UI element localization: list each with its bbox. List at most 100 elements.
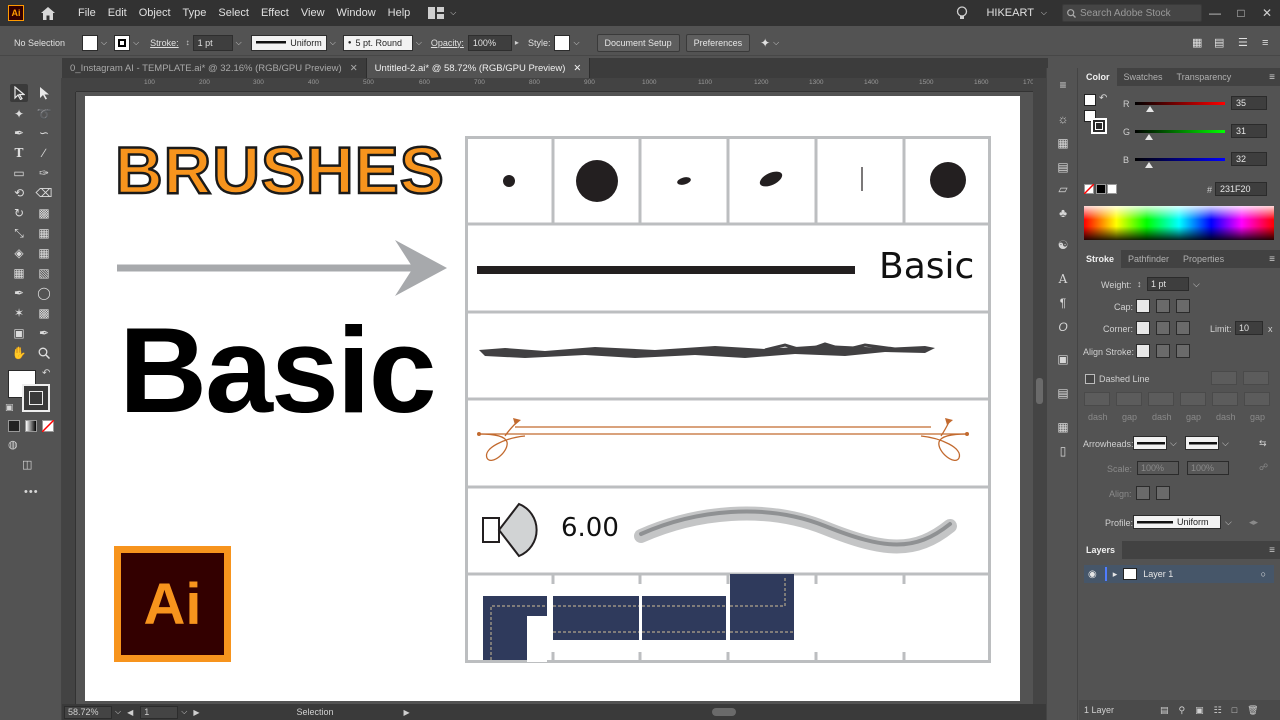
- artboard-chevron-icon[interactable]: ⌵: [181, 707, 187, 717]
- fill-swatch[interactable]: [82, 34, 98, 51]
- g-slider-knob[interactable]: [1145, 134, 1153, 140]
- r-slider-knob[interactable]: [1146, 106, 1154, 112]
- color-fill-icon[interactable]: [1084, 94, 1096, 106]
- b-slider[interactable]: [1135, 158, 1225, 161]
- mesh-tool-icon[interactable]: ▦: [10, 264, 28, 282]
- g-value-input[interactable]: 31: [1231, 124, 1267, 138]
- status-arrow-icon[interactable]: ▶: [404, 708, 410, 717]
- color-swap-icon[interactable]: ↶: [1099, 93, 1107, 104]
- arrange-documents-button[interactable]: ⌵: [428, 7, 459, 19]
- miter-join-icon[interactable]: [1136, 321, 1150, 335]
- gap-input-3[interactable]: [1244, 392, 1270, 406]
- opacity-arrow-icon[interactable]: ▸: [515, 38, 519, 47]
- black-swatch[interactable]: [1096, 184, 1106, 194]
- menu-edit[interactable]: Edit: [102, 7, 133, 19]
- draw-mode-icon[interactable]: ◍: [8, 438, 18, 451]
- user-chevron-icon[interactable]: ⌵: [1041, 8, 1047, 18]
- sun-icon[interactable]: ☼: [1054, 110, 1072, 128]
- end-scale-input[interactable]: 100%: [1187, 461, 1229, 475]
- tab-layers[interactable]: Layers: [1079, 541, 1123, 559]
- preferences-button[interactable]: Preferences: [685, 33, 751, 52]
- rectangle-tool-icon[interactable]: ▭: [10, 164, 28, 182]
- color-spectrum[interactable]: [1084, 206, 1274, 240]
- first-artboard-icon[interactable]: ◀: [127, 708, 133, 717]
- tab-pathfinder[interactable]: Pathfinder: [1121, 250, 1176, 268]
- tab-properties[interactable]: Properties: [1176, 250, 1231, 268]
- next-artboard-icon[interactable]: ▶: [193, 708, 199, 717]
- ruler-origin[interactable]: [62, 78, 76, 92]
- delete-layer-icon[interactable]: 🗑: [1247, 705, 1258, 716]
- swap-colors-icon[interactable]: ↶: [42, 368, 50, 379]
- tab-color[interactable]: Color: [1079, 68, 1117, 86]
- menu-object[interactable]: Object: [133, 7, 177, 19]
- lasso-tool-icon[interactable]: ➰: [35, 105, 53, 123]
- artboard[interactable]: BRUSHES Basic Ai Basic 6.00: [85, 96, 1020, 701]
- swap-arrowheads-icon[interactable]: ⇆: [1259, 438, 1267, 449]
- perspective-grid-tool-icon[interactable]: ▦: [35, 244, 53, 262]
- artboard-number-input[interactable]: 1: [140, 705, 179, 719]
- g-slider[interactable]: [1135, 130, 1225, 133]
- gradient-mode-icon[interactable]: [25, 420, 37, 432]
- export-icon[interactable]: ▤: [1160, 705, 1169, 716]
- menu-effect[interactable]: Effect: [255, 7, 295, 19]
- transform-chevron-icon[interactable]: ⌵: [773, 38, 779, 48]
- none-swatch[interactable]: [1084, 184, 1094, 194]
- zoom-tool-icon[interactable]: [35, 344, 53, 362]
- menu-file[interactable]: File: [72, 7, 102, 19]
- pen-tool-icon[interactable]: ✒: [10, 124, 28, 142]
- width-profile-select[interactable]: Uniform: [1133, 515, 1221, 529]
- brush-chevron-icon[interactable]: ⌵: [416, 38, 422, 48]
- color-panel-menu-icon[interactable]: ≡: [1269, 72, 1275, 83]
- gradient-panel-icon[interactable]: ▤: [1054, 158, 1072, 176]
- flip-along-icon[interactable]: ◂▸: [1249, 517, 1258, 528]
- round-cap-icon[interactable]: [1156, 299, 1170, 313]
- weight-input[interactable]: 1 pt: [1147, 277, 1189, 291]
- selection-tool-icon[interactable]: [10, 84, 28, 102]
- white-swatch[interactable]: [1107, 184, 1117, 194]
- end-arrowhead-chevron-icon[interactable]: ⌵: [1222, 438, 1229, 449]
- menu-window[interactable]: Window: [331, 7, 382, 19]
- slice-tool-icon[interactable]: ✒: [35, 324, 53, 342]
- start-scale-input[interactable]: 100%: [1137, 461, 1179, 475]
- align-inside-icon[interactable]: [1156, 344, 1170, 358]
- align-center-icon[interactable]: [1136, 344, 1150, 358]
- hex-value-input[interactable]: 231F20: [1215, 182, 1267, 196]
- maximize-icon[interactable]: □: [1228, 6, 1254, 20]
- stroke-panel-menu-icon[interactable]: ≡: [1269, 254, 1275, 265]
- direct-selection-tool-icon[interactable]: [35, 84, 53, 102]
- lightbulb-icon[interactable]: [956, 5, 968, 21]
- locate-object-icon[interactable]: ⚲: [1179, 705, 1186, 716]
- b-slider-knob[interactable]: [1145, 162, 1153, 168]
- butt-cap-icon[interactable]: [1136, 299, 1150, 313]
- new-layer-icon[interactable]: □: [1232, 705, 1237, 715]
- projecting-cap-icon[interactable]: [1176, 299, 1190, 313]
- blend-tool-icon[interactable]: ◯: [35, 284, 53, 302]
- stroke-chevron-icon[interactable]: ⌵: [133, 38, 139, 48]
- layer-name[interactable]: Layer 1: [1143, 569, 1173, 579]
- eraser-tool-icon[interactable]: ⌫: [35, 184, 53, 202]
- free-transform-tool-icon[interactable]: ▦: [35, 224, 53, 242]
- user-name[interactable]: HIKEART: [986, 7, 1033, 19]
- end-arrowhead-select[interactable]: [1185, 436, 1219, 450]
- artboard-tool-icon[interactable]: ▣: [10, 324, 28, 342]
- dash-input-3[interactable]: [1212, 392, 1238, 406]
- menu-view[interactable]: View: [295, 7, 331, 19]
- assets-panel-icon[interactable]: ☯: [1054, 236, 1072, 254]
- tab-untitled-2[interactable]: Untitled-2.ai* @ 58.72% (RGB/GPU Preview…: [366, 58, 591, 78]
- magic-wand-tool-icon[interactable]: ✦: [10, 105, 28, 123]
- opacity-input[interactable]: 100%: [467, 34, 512, 51]
- default-colors-icon[interactable]: ▣: [5, 402, 14, 413]
- start-arrowhead-select[interactable]: [1133, 436, 1167, 450]
- layer-row[interactable]: ◉ ▸ Layer 1 ○: [1084, 565, 1274, 583]
- expand-layer-icon[interactable]: ▸: [1113, 569, 1118, 580]
- paragraph-panel-icon[interactable]: ¶: [1054, 294, 1072, 312]
- links-panel-icon[interactable]: ▯: [1054, 442, 1072, 460]
- profile-chevron-icon[interactable]: ⌵: [330, 38, 336, 48]
- stroke-weight-chevron-icon[interactable]: ⌵: [236, 38, 242, 48]
- bevel-join-icon[interactable]: [1176, 321, 1190, 335]
- graphic-style-swatch[interactable]: [554, 34, 571, 51]
- gradient-tool-icon[interactable]: ▧: [35, 264, 53, 282]
- symbol-sprayer-tool-icon[interactable]: ✶: [10, 304, 28, 322]
- artboards-panel-icon[interactable]: ▣: [1054, 350, 1072, 368]
- brush-definition[interactable]: ● 5 pt. Round: [342, 34, 413, 51]
